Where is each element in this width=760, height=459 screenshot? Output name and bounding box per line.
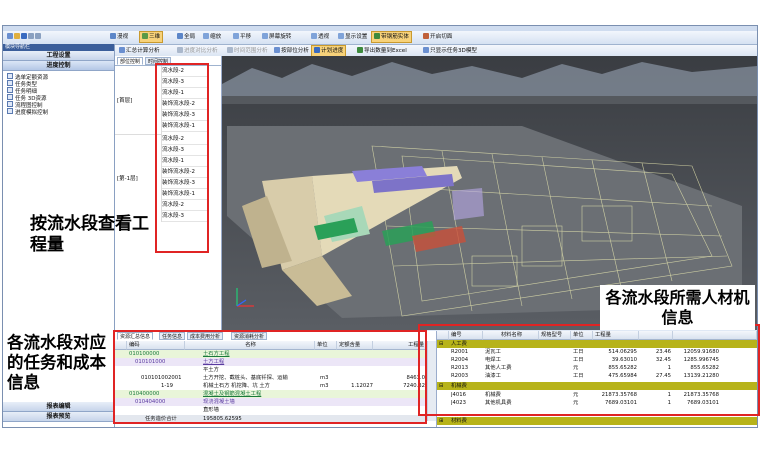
nav-item-flowchart[interactable]: 流程图控制 [7,101,43,109]
tool-section-plane[interactable]: 开启切面 [421,32,454,42]
page-bottom-margin [0,430,760,459]
nav-item-task-3d[interactable]: 任务 3D资源 [7,94,46,102]
folder-icon [7,80,13,86]
annotation-box-resources [418,324,760,416]
nav-item-task-detail[interactable]: 任务明细 [7,87,37,95]
tool-zoom[interactable]: 缩放 [201,32,223,42]
globe-icon [177,33,183,39]
folder-icon [7,73,13,79]
nav-section-report-edit[interactable]: 报表编辑 [3,402,114,412]
tool-by-location[interactable]: 按部位分析 [272,46,311,56]
simulation-icon [7,108,13,114]
undo-icon[interactable] [28,33,34,39]
tool-rebar-solid[interactable]: 带钢筋实体 [371,31,412,43]
zoom-icon [203,33,209,39]
nav-section-project-settings[interactable]: 工程设置 [3,51,114,61]
group-row[interactable]: ⊞ 材料费 [437,417,757,425]
tool-view[interactable]: 漫视 [108,32,130,42]
folder-icon [7,87,13,93]
view-icon [110,33,116,39]
nav-section-progress-control[interactable]: 进度控制 [3,61,114,71]
cube-icon [142,33,148,39]
group-name: 材料费 [451,418,467,424]
nav-item-task-type[interactable]: 任务类型 [7,80,37,88]
tool-perspective[interactable]: 透视 [309,32,331,42]
excel-icon [357,47,363,53]
tab-location-control[interactable]: 部位控制 [117,57,144,65]
caption-resources: 各流水段所需人材机信息 [600,285,755,331]
calc-icon [119,47,125,53]
expand-icon[interactable]: ⊞ [439,417,447,425]
plan-icon [314,47,320,53]
redo-icon[interactable] [35,33,41,39]
main-toolbar: 漫视 三维 全局 缩放 平移 屏幕旋转 透视 显示设置 带钢筋实体 开启切面 [3,31,757,45]
open-icon[interactable] [14,33,20,39]
flowchart-icon [7,101,13,107]
location-icon [274,47,280,53]
compare-icon [177,47,183,53]
settings-icon [338,33,344,39]
nav-item-quota-resources[interactable]: 选单定额资源 [7,73,48,81]
new-icon[interactable] [7,33,13,39]
caption-tasks-cost: 各流水段对应的任务和成本信息 [4,330,110,397]
tool-time-range[interactable]: 时间范围分析 [225,46,270,56]
section-icon [423,33,429,39]
tool-show-task-3d[interactable]: 只显示任务3D模型 [421,46,479,56]
quick-access-icons[interactable] [5,32,44,42]
tool-global[interactable]: 全局 [175,32,197,42]
pan-icon [233,33,239,39]
floor-label: [首层] [117,98,133,104]
rebar-icon [374,33,380,39]
navigator-title: 模块导航栏 [3,44,114,51]
nav-section-report-preview[interactable]: 报表预览 [3,412,114,422]
tool-3d[interactable]: 三维 [139,31,164,43]
tool-pan[interactable]: 平移 [231,32,253,42]
tool-display-settings[interactable]: 显示设置 [336,32,369,42]
tool-export-excel[interactable]: 导出数量到Excel [355,46,409,56]
tool-rotate[interactable]: 屏幕旋转 [260,32,293,42]
perspective-icon [311,33,317,39]
floor-label: [第-1层] [117,176,138,182]
clock-icon [227,47,233,53]
caption-flow-section: 按流水段查看工程量 [30,214,149,255]
annotation-box-flow-sections [155,63,209,253]
folder-icon [7,94,13,100]
tool-progress-compare[interactable]: 进度对比分析 [175,46,220,56]
nav-item-progress-sim[interactable]: 进度模拟控制 [7,108,48,116]
rotate-icon [262,33,268,39]
annotation-box-tasks-cost [113,330,427,424]
tool-summary-calc[interactable]: 汇总计算分析 [117,46,162,56]
model-icon [423,47,429,53]
save-icon[interactable] [21,33,27,39]
